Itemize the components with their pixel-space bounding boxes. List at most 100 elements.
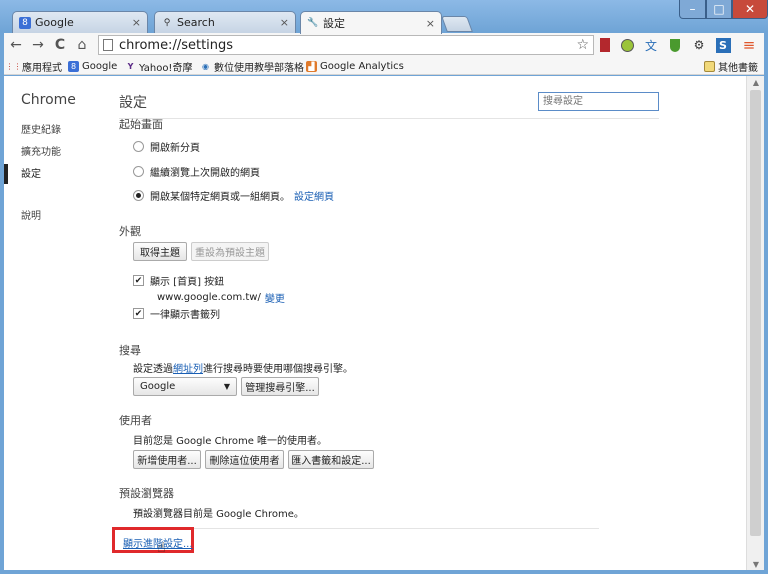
- delete-user-button[interactable]: 刪除這位使用者: [205, 450, 284, 469]
- settings-search-input[interactable]: [538, 92, 659, 111]
- menu-icon[interactable]: ≡: [740, 36, 758, 54]
- tab-close-icon[interactable]: ×: [280, 16, 289, 29]
- browser-window: 8 Google × ⚲ Search × 🔧 設定 × – □ ✕ ← → C…: [0, 0, 768, 574]
- option-label: 開啟某個特定網頁或一組網頁。: [150, 192, 290, 203]
- tab-google[interactable]: 8 Google ×: [12, 11, 148, 33]
- bookmark-label: 其他書籤: [718, 62, 758, 74]
- scrollbar-thumb[interactable]: [750, 90, 761, 536]
- search-icon: ⚲: [163, 17, 171, 28]
- bookmark-label: 數位使用教學部落格: [214, 62, 304, 74]
- extension-s-icon[interactable]: S: [714, 36, 732, 54]
- change-home-link[interactable]: 變更: [265, 290, 285, 305]
- reload-button[interactable]: C: [50, 35, 70, 55]
- scroll-down-icon[interactable]: ▼: [747, 558, 765, 570]
- search-section-title: 搜尋: [119, 344, 141, 357]
- import-bookmarks-button[interactable]: 匯入書籤和設定...: [288, 450, 374, 469]
- vertical-scrollbar[interactable]: ▲ ▼: [746, 76, 764, 570]
- maximize-button[interactable]: □: [706, 0, 732, 19]
- page-title: 設定: [119, 95, 147, 111]
- bookmark-apps[interactable]: ⋮⋮ 應用程式: [5, 59, 63, 74]
- sidebar-item-help[interactable]: 說明: [21, 210, 61, 232]
- startup-option-specific-pages[interactable]: 開啟某個特定網頁或一組網頁。 設定網頁: [133, 188, 334, 203]
- option-label: 開啟新分頁: [150, 143, 200, 154]
- radio-button[interactable]: [133, 166, 144, 177]
- bookmark-google[interactable]: 8 Google: [68, 59, 117, 73]
- google-icon: 8: [19, 16, 31, 29]
- option-label: 顯示 [首頁] 按鈕: [150, 277, 225, 288]
- desc-text: 設定透過: [133, 364, 173, 375]
- radio-button-selected[interactable]: [133, 190, 144, 201]
- sidebar-item-extensions[interactable]: 擴充功能: [21, 146, 61, 168]
- users-description: 目前您是 Google Chrome 唯一的使用者。: [133, 432, 327, 447]
- desc-text: 目前您是 Google Chrome 唯一的使用者。: [133, 436, 328, 447]
- option-label: 繼續瀏覽上次開啟的網頁: [150, 168, 260, 179]
- home-url-row: www.google.com.tw/ 變更: [157, 290, 285, 305]
- set-pages-link[interactable]: 設定網頁: [294, 188, 334, 203]
- bookmark-blog[interactable]: ◉ 數位使用教學部落格: [200, 59, 304, 74]
- folder-icon: [704, 60, 715, 72]
- extension-translate-icon[interactable]: 文: [642, 36, 660, 54]
- startup-option-new-tab[interactable]: 開啟新分頁: [133, 139, 200, 154]
- address-bar[interactable]: chrome://settings ☆: [98, 35, 594, 55]
- home-button[interactable]: ⌂: [72, 35, 92, 55]
- other-bookmarks[interactable]: 其他書籤: [704, 59, 758, 74]
- sidebar-nav: 歷史紀錄 擴充功能 設定 說明: [21, 124, 61, 232]
- users-section-title: 使用者: [119, 414, 152, 427]
- tab-settings[interactable]: 🔧 設定 ×: [300, 11, 442, 34]
- add-user-button[interactable]: 新增使用者...: [133, 450, 201, 469]
- sidebar-item-history[interactable]: 歷史紀錄: [21, 124, 61, 146]
- settings-page: Chrome 歷史紀錄 擴充功能 設定 說明 設定 起始畫面 開啟新分頁 繼續瀏…: [4, 76, 746, 570]
- bookmark-label: Google: [82, 60, 118, 72]
- tab-search[interactable]: ⚲ Search ×: [154, 11, 296, 33]
- apps-icon: ⋮⋮: [5, 61, 22, 71]
- analytics-icon: ▟: [306, 60, 317, 72]
- search-engine-select[interactable]: Google ▼: [133, 377, 237, 396]
- forward-button[interactable]: →: [28, 35, 48, 55]
- option-label: 一律顯示書籤列: [150, 310, 220, 321]
- bookmark-label: Yahoo!奇摩: [139, 62, 193, 74]
- manage-search-engines-button[interactable]: 管理搜尋引擎...: [241, 377, 319, 396]
- reset-theme-button[interactable]: 重設為預設主題: [191, 242, 269, 261]
- scroll-up-icon[interactable]: ▲: [747, 76, 765, 88]
- tab-label: 設定: [323, 17, 345, 30]
- page-icon: [103, 39, 113, 51]
- brand-title: Chrome: [21, 92, 76, 108]
- close-window-button[interactable]: ✕: [732, 0, 768, 19]
- hand-cursor-icon: ☝: [157, 540, 166, 556]
- extension-face-icon[interactable]: [618, 36, 636, 54]
- default-browser-description: 預設瀏覽器目前是 Google Chrome。: [133, 505, 304, 520]
- bookmark-star-icon[interactable]: ☆: [576, 37, 589, 53]
- show-bookmarks-bar-option[interactable]: ✔ 一律顯示書籤列: [133, 306, 220, 321]
- radio-button[interactable]: [133, 141, 144, 152]
- tab-close-icon[interactable]: ×: [426, 17, 435, 30]
- minimize-button[interactable]: –: [679, 0, 706, 19]
- startup-option-continue[interactable]: 繼續瀏覽上次開啟的網頁: [133, 164, 260, 179]
- desc-text: 進行搜尋時要使用哪個搜尋引擎。: [203, 364, 353, 375]
- tab-close-icon[interactable]: ×: [132, 16, 141, 29]
- bookmark-yahoo[interactable]: Y Yahoo!奇摩: [125, 59, 193, 74]
- yahoo-icon: Y: [127, 61, 134, 71]
- chevron-down-icon: ▼: [223, 382, 230, 391]
- sidebar-item-settings[interactable]: 設定: [21, 168, 61, 190]
- select-value: Google: [140, 381, 176, 392]
- extension-book-icon[interactable]: [596, 36, 614, 54]
- extension-shield-icon[interactable]: [666, 36, 684, 54]
- get-themes-button[interactable]: 取得主題: [133, 242, 187, 261]
- sidebar-selection-indicator: [4, 164, 8, 184]
- extension-gear-icon[interactable]: ⚙: [690, 36, 708, 54]
- show-home-button-option[interactable]: ✔ 顯示 [首頁] 按鈕: [133, 273, 224, 288]
- new-tab-button[interactable]: [441, 16, 473, 32]
- url-text: chrome://settings: [119, 37, 234, 53]
- tab-label: Search: [177, 16, 215, 29]
- header-divider: [119, 118, 659, 119]
- search-description: 設定透過 網址列 進行搜尋時要使用哪個搜尋引擎。: [133, 360, 353, 375]
- back-button[interactable]: ←: [6, 35, 26, 55]
- checkbox-checked[interactable]: ✔: [133, 308, 144, 319]
- tab-label: Google: [35, 16, 74, 29]
- bookmarks-bar: ⋮⋮ 應用程式 8 Google Y Yahoo!奇摩 ◉ 數位使用教學部落格 …: [4, 57, 764, 75]
- default-browser-section-title: 預設瀏覽器: [119, 487, 174, 500]
- checkbox-checked[interactable]: ✔: [133, 275, 144, 286]
- bookmark-analytics[interactable]: ▟ Google Analytics: [306, 59, 404, 73]
- omnibox-link[interactable]: 網址列: [173, 360, 203, 375]
- desc-text: 預設瀏覽器目前是 Google Chrome。: [133, 509, 304, 520]
